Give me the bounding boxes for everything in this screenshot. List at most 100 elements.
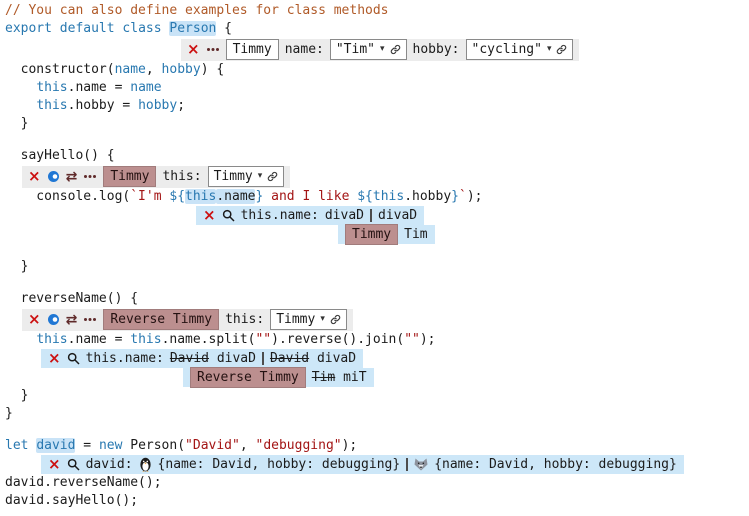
close-icon[interactable]: × — [28, 312, 41, 327]
code-token: sayHello() { — [5, 148, 115, 163]
example-widget: × ⇄ Timmy this: Timmy▾ — [22, 166, 290, 188]
code-line[interactable]: constructor(name, hobby) { — [5, 61, 749, 79]
code-token: "debugging" — [256, 438, 342, 453]
code-token — [5, 80, 36, 95]
more-icon[interactable] — [83, 174, 97, 179]
widget-label: this: — [225, 312, 264, 327]
select-value: "Tim" — [336, 42, 375, 57]
highlighted-token: .name — [216, 189, 255, 204]
value-select[interactable]: "Tim"▾ — [330, 39, 407, 60]
code-token: ${ — [169, 189, 185, 204]
swap-icon[interactable]: ⇄ — [66, 313, 78, 327]
highlighted-token: Person — [169, 21, 216, 36]
code-token: .name = — [68, 80, 131, 95]
link-icon[interactable] — [556, 44, 567, 55]
close-icon[interactable]: × — [48, 351, 61, 366]
toggle-icon[interactable] — [47, 170, 60, 183]
more-icon[interactable] — [83, 317, 97, 322]
code-token: { — [216, 21, 232, 36]
code-token: Person( — [122, 438, 185, 453]
code-token: this — [36, 80, 67, 95]
close-icon[interactable]: × — [187, 42, 200, 57]
code-token: } — [5, 259, 28, 274]
code-line[interactable]: this.name = this.name.split("").reverse(… — [5, 331, 749, 349]
link-icon[interactable] — [267, 171, 278, 182]
code-line[interactable]: let david = new Person("David", "debuggi… — [5, 437, 749, 455]
code-line[interactable]: david.sayHello(); — [5, 492, 749, 510]
new-value: divaD — [317, 351, 356, 366]
close-icon[interactable]: × — [28, 169, 41, 184]
inspect-value: {name: David, hobby: debugging} — [158, 457, 401, 472]
example-chip[interactable]: Timmy — [103, 166, 156, 187]
toggle-icon[interactable] — [47, 313, 60, 326]
code-token: , — [146, 62, 162, 77]
code-token: } — [5, 406, 13, 421]
code-line[interactable]: } — [5, 258, 749, 276]
close-icon[interactable]: × — [203, 208, 216, 223]
code-token: this — [373, 189, 404, 204]
inspect-value: divaD — [325, 208, 364, 223]
select-value: Timmy — [276, 312, 315, 327]
inspect-panel: ×this.name:David divaDDavid divaD — [41, 349, 363, 368]
close-icon[interactable]: × — [48, 457, 61, 472]
code-token: ` — [459, 189, 467, 204]
inspect-row: ×this.name:David divaDDavid divaD — [5, 349, 749, 368]
search-icon[interactable] — [67, 352, 80, 365]
code-line[interactable]: sayHello() { — [5, 147, 749, 165]
value-select[interactable]: "cycling"▾ — [466, 39, 574, 60]
code-line[interactable]: this.hobby = hobby; — [5, 97, 749, 115]
code-line[interactable]: this.name = name — [5, 79, 749, 97]
divider — [406, 458, 408, 471]
code-token: ); — [467, 189, 483, 204]
caret-down-icon: ▾ — [320, 315, 325, 324]
example-chip[interactable]: Reverse Timmy — [190, 367, 306, 388]
code-token: .hobby = — [68, 98, 138, 113]
code-line[interactable]: } — [5, 387, 749, 405]
editor[interactable]: // You can also define examples for clas… — [0, 0, 749, 510]
code-token: ).reverse().join( — [271, 332, 404, 347]
widget-label: david: — [86, 457, 133, 472]
blank-line — [5, 133, 749, 147]
inspect-value: David divaD — [270, 351, 356, 366]
example-tab[interactable]: Timmy — [226, 39, 279, 60]
value-select[interactable]: Timmy ▾ — [270, 309, 347, 330]
example-chip[interactable]: Reverse Timmy — [103, 309, 219, 330]
code-line[interactable]: export default class Person { — [5, 20, 749, 38]
code-token: } — [5, 388, 28, 403]
widget-label: this: — [162, 169, 201, 184]
example-chip[interactable]: Timmy — [345, 224, 398, 245]
link-icon[interactable] — [390, 44, 401, 55]
caret-down-icon: ▾ — [547, 45, 552, 54]
inspect-value: Tim — [404, 227, 427, 242]
code-token: default — [60, 21, 115, 36]
example-widget: ×Timmyname:"Tim"▾hobby:"cycling"▾ — [181, 39, 579, 61]
swap-icon[interactable]: ⇄ — [66, 170, 78, 184]
search-icon[interactable] — [222, 209, 235, 222]
widget-label: hobby: — [413, 42, 460, 57]
value-select[interactable]: Timmy▾ — [208, 166, 285, 187]
code-line[interactable]: david.reverseName(); — [5, 474, 749, 492]
code-line[interactable]: console.log(`I'm ${this.name} and I like… — [5, 188, 749, 206]
code-token: constructor( — [5, 62, 115, 77]
divider — [370, 209, 372, 222]
inspect-panel: Reverse TimmyTim miT — [183, 368, 374, 387]
blank-line — [5, 244, 749, 258]
code-line[interactable]: } — [5, 405, 749, 423]
widget-label: name: — [285, 42, 324, 57]
code-token: name — [130, 80, 161, 95]
search-icon[interactable] — [67, 458, 80, 471]
highlighted-token: this — [185, 189, 216, 204]
code-line[interactable]: reverseName() { — [5, 290, 749, 308]
code-token: "" — [404, 332, 420, 347]
inspect-value: divaD — [378, 208, 417, 223]
link-icon[interactable] — [330, 314, 341, 325]
divider — [262, 352, 264, 365]
inspect-panel: ×this.name:divaDdivaD — [196, 206, 424, 225]
select-value: Timmy — [214, 169, 253, 184]
code-line[interactable]: } — [5, 115, 749, 133]
inspect-value: {name: David, hobby: debugging} — [434, 457, 677, 472]
more-icon[interactable] — [206, 47, 220, 52]
code-token: ); — [342, 438, 358, 453]
code-line[interactable]: // You can also define examples for clas… — [5, 2, 749, 20]
code-token — [5, 98, 36, 113]
